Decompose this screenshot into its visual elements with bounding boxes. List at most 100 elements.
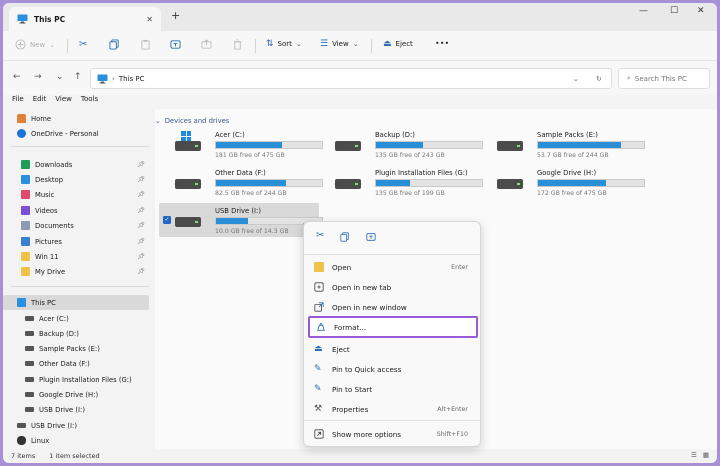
desktop-icon: [21, 175, 30, 184]
menu-edit[interactable]: Edit: [33, 95, 47, 109]
sidebar-item-this-pc[interactable]: This PC: [3, 295, 149, 310]
separator: [67, 39, 68, 53]
sidebar-item-pictures[interactable]: Pictures 📌︎: [3, 234, 149, 249]
breadcrumb-this-pc[interactable]: This PC: [119, 75, 145, 83]
drive-tile-f[interactable]: Other Data (F:) 82.5 GB free of 244 GB: [159, 165, 323, 199]
rename-button[interactable]: [170, 39, 181, 50]
sidebar-item-documents[interactable]: Documents 📌︎: [3, 218, 149, 233]
new-button[interactable]: New ⌄: [15, 39, 55, 50]
drive-icon: [25, 361, 34, 366]
folder-icon: [21, 252, 30, 261]
sidebar-item-videos[interactable]: Videos 📌︎: [3, 203, 149, 218]
copy-icon[interactable]: [340, 232, 350, 242]
separator: [371, 39, 372, 53]
menu-item-properties[interactable]: ⚒ Properties Alt+Enter: [308, 400, 478, 418]
sidebar-item-drive-c[interactable]: Acer (C:): [3, 311, 149, 326]
forward-arrow-icon[interactable]: →: [34, 72, 42, 82]
details-view-icon[interactable]: ☰: [691, 451, 697, 459]
tiles-view-icon[interactable]: ▦: [703, 451, 709, 459]
breadcrumb-chevron-icon: ›: [112, 74, 115, 83]
drive-tile-g[interactable]: Plugin Installation Files (G:) 135 GB fr…: [319, 165, 483, 199]
address-dropdown-icon[interactable]: ⌄: [573, 75, 579, 83]
sidebar-label: Backup (D:): [39, 329, 79, 338]
menu-item-label: Open in new window: [332, 302, 407, 312]
pin-icon[interactable]: 📌︎: [137, 176, 145, 183]
sidebar-item-drive-d[interactable]: Backup (D:): [3, 326, 149, 341]
menu-item-eject[interactable]: ⏏ Eject: [308, 340, 478, 358]
drive-name: USB Drive (I:): [215, 207, 261, 215]
sidebar-item-win-11[interactable]: Win 11 📌︎: [3, 249, 149, 264]
drive-tile-usb-selected[interactable]: ✓ USB Drive (I:) 10.0 GB free of 14.3 GB: [159, 203, 323, 237]
sidebar-item-drive-g[interactable]: Plugin Installation Files (G:): [3, 372, 149, 387]
menu-item-pin-start[interactable]: ✎ Pin to Start: [308, 380, 478, 398]
menu-view[interactable]: View: [55, 95, 72, 109]
address-bar[interactable]: › This PC ⌄ ↻: [90, 68, 612, 89]
drive-tile-d[interactable]: Backup (D:) 135 GB free of 243 GB: [319, 127, 483, 161]
pin-icon[interactable]: 📌︎: [137, 222, 145, 229]
pin-icon[interactable]: 📌︎: [137, 191, 145, 198]
new-tab-icon[interactable]: +: [171, 9, 180, 22]
menu-file[interactable]: File: [12, 95, 24, 109]
menu-tools[interactable]: Tools: [81, 95, 98, 109]
pin-icon[interactable]: 📌︎: [137, 268, 145, 275]
pin-icon[interactable]: 📌︎: [137, 238, 145, 245]
usage-bar-fill: [376, 142, 423, 148]
selection-count: 1 item selected: [49, 452, 100, 460]
pin-icon[interactable]: 📌︎: [137, 161, 145, 168]
close-window-icon[interactable]: ✕: [697, 6, 705, 16]
sidebar-item-home[interactable]: Home: [3, 111, 149, 126]
sidebar-item-drive-i[interactable]: USB Drive (I:): [3, 402, 149, 417]
rename-icon[interactable]: [366, 232, 376, 242]
drive-tile-h[interactable]: Google Drive (H:) 172 GB free of 475 GB: [481, 165, 645, 199]
search-placeholder: Search This PC: [634, 74, 687, 83]
close-tab-icon[interactable]: ✕: [146, 15, 153, 24]
sidebar-item-usb-drive[interactable]: USB Drive (I:): [3, 418, 149, 433]
menu-item-show-more-options[interactable]: Show more options Shift+F10: [308, 425, 478, 443]
drive-tile-c[interactable]: Acer (C:) 181 GB free of 475 GB: [159, 127, 323, 161]
menu-item-open-new-window[interactable]: Open in new window: [308, 298, 478, 316]
cut-button[interactable]: ✂: [79, 39, 87, 50]
sidebar-item-drive-e[interactable]: Sample Packs (E:): [3, 341, 149, 356]
sidebar-item-drive-f[interactable]: Other Data (F:): [3, 356, 149, 371]
pin-icon[interactable]: 📌︎: [137, 207, 145, 214]
back-arrow-icon[interactable]: ←: [13, 72, 21, 82]
scissors-icon[interactable]: ✂: [316, 230, 326, 241]
share-button[interactable]: [201, 39, 212, 50]
recent-chevron-icon[interactable]: ⌄: [56, 72, 64, 82]
section-header-devices[interactable]: ⌄ Devices and drives: [155, 117, 229, 125]
sidebar-item-onedrive[interactable]: OneDrive - Personal: [3, 126, 149, 141]
sidebar-item-downloads[interactable]: Downloads 📌︎: [3, 157, 149, 172]
sidebar-item-linux[interactable]: Linux: [3, 433, 149, 448]
divider: [304, 420, 482, 421]
pin-icon[interactable]: 📌︎: [137, 253, 145, 260]
menu-item-pin-quick-access[interactable]: ✎ Pin to Quick access: [308, 360, 478, 378]
drive-tile-e[interactable]: Sample Packs (E:) 53.7 GB free of 244 GB: [481, 127, 645, 161]
sidebar-item-drive-h[interactable]: Google Drive (H:): [3, 387, 149, 402]
monitor-icon: [17, 14, 28, 24]
menu-item-open[interactable]: Open Enter: [308, 258, 478, 276]
refresh-icon[interactable]: ↻: [596, 75, 602, 83]
up-arrow-icon[interactable]: ↑: [74, 72, 82, 82]
search-box[interactable]: ⌕ Search This PC: [618, 68, 710, 89]
drive-name: Sample Packs (E:): [537, 131, 598, 139]
sort-button[interactable]: ⇅ Sort ⌄: [266, 39, 302, 49]
paste-button[interactable]: [140, 39, 151, 50]
maximize-icon[interactable]: ☐: [670, 6, 678, 16]
sidebar-item-desktop[interactable]: Desktop 📌︎: [3, 172, 149, 187]
drive-icon: [25, 316, 34, 321]
more-options-button[interactable]: •••: [435, 39, 449, 48]
minimize-icon[interactable]: —: [639, 6, 648, 16]
delete-button[interactable]: [232, 39, 243, 50]
eject-button[interactable]: ⏏ Eject: [383, 39, 413, 49]
tab-this-pc[interactable]: This PC ✕: [9, 7, 161, 31]
view-button[interactable]: ☰ View ⌄: [320, 39, 359, 49]
copy-button[interactable]: [109, 39, 120, 50]
checkbox-checked-icon[interactable]: ✓: [163, 216, 171, 224]
chevron-down-icon: ⌄: [49, 40, 56, 49]
sidebar-item-music[interactable]: Music 📌︎: [3, 187, 149, 202]
video-icon: [21, 206, 30, 215]
title-bar: This PC ✕ + — ☐ ✕: [3, 3, 717, 31]
sidebar-item-my-drive[interactable]: My Drive 📌︎: [3, 264, 149, 279]
menu-item-format[interactable]: Format...: [308, 316, 478, 338]
menu-item-open-new-tab[interactable]: Open in new tab: [308, 278, 478, 296]
